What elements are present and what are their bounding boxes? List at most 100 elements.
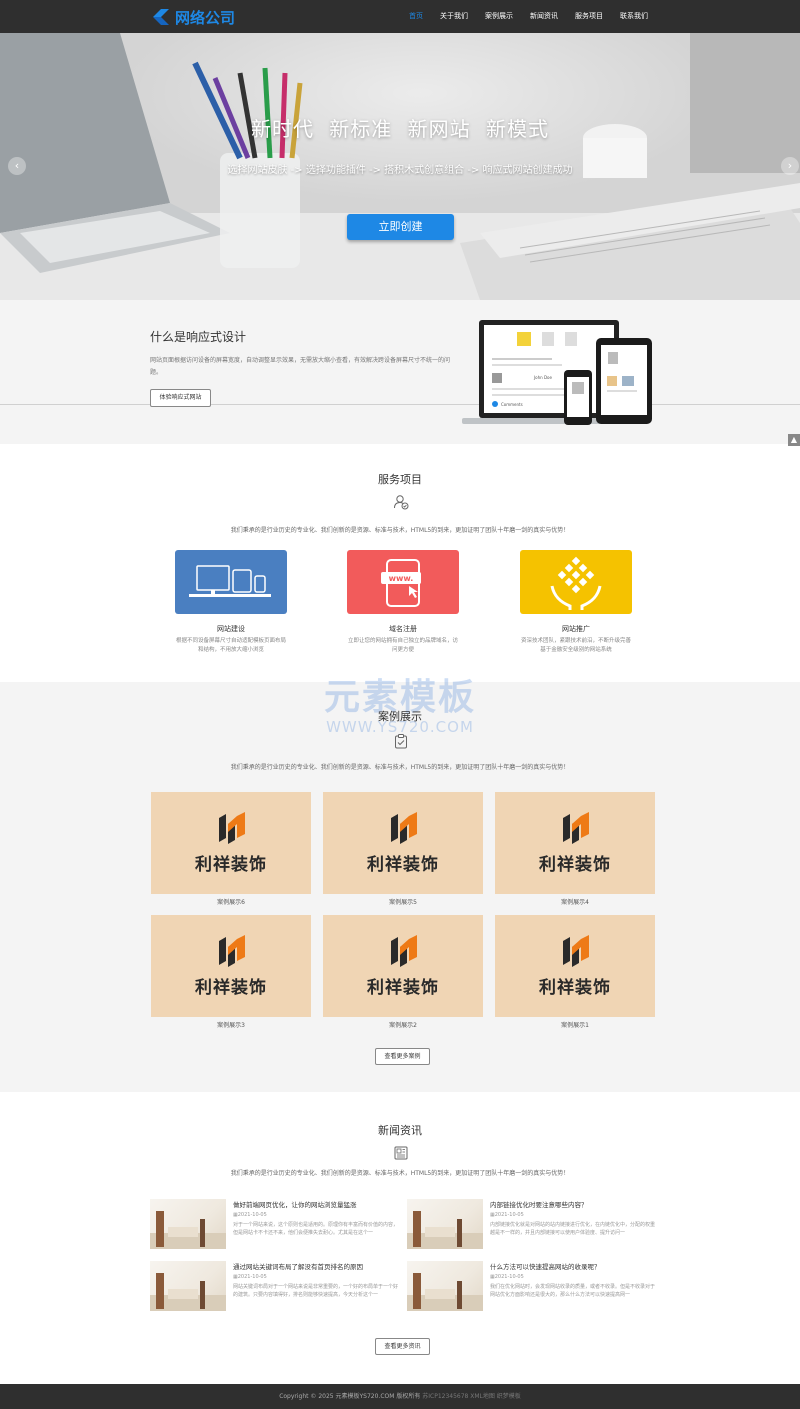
news-item[interactable]: 通过网站关键词布局了解没有首页排名的原因 ▦2021-10-05 网站关键词布局对于… [150,1261,400,1311]
slider-prev-button[interactable]: ‹ [8,157,26,175]
newspaper-icon [394,1146,408,1160]
user-check-icon [394,495,409,510]
news-item-date-text: 2021-10-05 [494,1212,524,1218]
case-logo-icon [563,935,589,967]
case-card[interactable]: 利祥装饰 [495,915,655,1017]
nav-services[interactable]: 服务项目 [575,0,603,33]
slider-next-button[interactable]: › [781,157,799,175]
news-item-date: ▦2021-10-05 [233,1274,267,1280]
case-logo-icon [219,812,245,844]
news-item-date: ▦2021-10-05 [490,1212,524,1218]
responsive-devices-image: John Doe Comments [462,320,652,425]
devices-icon [189,565,271,597]
news-thumbnail[interactable] [407,1261,483,1311]
news-thumbnail[interactable] [150,1199,226,1249]
service-name-website: 网站建设 [217,625,245,633]
case-card[interactable]: 利祥装饰 [495,792,655,894]
news-item-summary: 对于一个网站来说，这个原则也是适用的。原理你有丰富而有价值的内容，但是网站卡不卡… [233,1222,399,1236]
news-item-title[interactable]: 什么方法可以快速提高网站的收录呢？ [490,1261,601,1271]
case-label[interactable]: 案例展示6 [151,897,311,906]
news-item[interactable]: 做好前端网页优化，让你的网站浏览量猛涨 ▦2021-10-05 对于一个网站来说，这… [150,1199,400,1249]
service-card-promotion[interactable] [520,550,632,614]
hero-title: 新时代 新标准 新网站 新模式 [250,117,550,141]
service-desc-promotion: 资深技术团队，紧跟技术前沿，不断升级完善基于金融安全级别的网站系统 [520,638,631,653]
service-card-website[interactable] [175,550,287,614]
case-card[interactable]: 利祥装饰 [323,792,483,894]
case-card[interactable]: 利祥装饰 [323,915,483,1017]
service-card-domain[interactable]: www. [347,550,459,614]
hero-banner: 新时代 新标准 新网站 新模式 选择网站皮肤 -> 选择功能插件 -> 搭积木式… [0,33,800,300]
case-label[interactable]: 案例展示5 [323,897,483,906]
service-desc-domain: 立即让您的网站拥有自己独立的品牌域名，访问更方便 [347,638,458,653]
chevron-left-icon: ‹ [14,159,20,172]
create-now-button[interactable]: 立即创建 [347,214,454,240]
responsive-title: 什么是响应式设计 [150,330,247,344]
clipboard-check-icon [395,734,407,749]
nav-news[interactable]: 新闻资讯 [530,0,558,33]
case-logo-text: 利祥装饰 [539,978,611,998]
more-news-button[interactable]: 查看更多资讯 [375,1338,430,1355]
service-desc-website: 根据不同设备屏幕尺寸自动适配模板页面布局和结构，不用放大缩小浏览 [175,638,286,653]
case-logo-icon [391,935,417,967]
news-thumbnail-image [150,1211,226,1249]
news-thumbnail[interactable] [407,1199,483,1249]
logo[interactable]: 网络公司 [150,6,235,28]
footer-copyright: Copyright © 2025 元素模板YS720.COM 版权所有 [279,1393,421,1400]
footer: Copyright © 2025 元素模板YS720.COM 版权所有 苏ICP… [0,1384,800,1409]
service-name-promotion: 网站推广 [562,625,590,633]
news-item-date-text: 2021-10-05 [494,1274,524,1280]
arrow-up-icon: ▲ [790,435,798,444]
hands-diamond-icon [550,556,602,610]
case-logo-text: 利祥装饰 [539,855,611,875]
news-item[interactable]: 什么方法可以快速提高网站的收录呢？ ▦2021-10-05 我们在优化网站时，会发现… [407,1261,657,1311]
hero-subtitle: 选择网站皮肤 -> 选择功能插件 -> 搭积木式创意组合 -> 响应式网站创建成… [227,165,573,176]
news-item-title[interactable]: 做好前端网页优化，让你的网站浏览量猛涨 [233,1199,357,1209]
news-item-date-text: 2021-10-05 [237,1274,267,1280]
case-label[interactable]: 案例展示4 [495,897,655,906]
device-comments-text: Comments [501,402,523,407]
news-desc: 我们秉承的是行业历史的专业化、我们创新的是资源、标准与技术，HTML5的到来，更… [230,1170,570,1177]
case-logo-text: 利祥装饰 [195,855,267,875]
news-item-date: ▦2021-10-05 [490,1274,524,1280]
cases-desc: 我们秉承的是行业历史的专业化、我们创新的是资源、标准与技术，HTML5的到来，更… [230,764,570,771]
news-item-date-text: 2021-10-05 [237,1212,267,1218]
case-label[interactable]: 案例展示2 [323,1020,483,1029]
nav-about[interactable]: 关于我们 [440,0,468,33]
news-item-date: ▦2021-10-05 [233,1212,267,1218]
news-title: 新闻资讯 [378,1124,422,1137]
case-logo-text: 利祥装饰 [367,978,439,998]
case-logo-icon [391,812,417,844]
services-desc: 我们秉承的是行业历史的专业化、我们创新的是资源、标准与技术，HTML5的到来，更… [230,527,570,534]
news-item-summary: 内部链接优化就是对网站的站内链接进行优化，在内链优化中，分配的权重越是不一样的，… [490,1222,656,1236]
try-responsive-button[interactable]: 体验响应式网站 [150,389,211,407]
chevron-right-icon: › [787,159,793,172]
header: 网络公司 首页 关于我们 案例展示 新闻资讯 服务项目 联系我们 [0,0,800,33]
case-logo-text: 利祥装饰 [195,978,267,998]
logo-mark-icon [153,9,169,25]
footer-links[interactable]: 苏ICP12345678 XML地图 织梦模板 [420,1393,521,1400]
nav-cases[interactable]: 案例展示 [485,0,513,33]
news-thumbnail-image [150,1273,226,1311]
divider [0,404,800,405]
news-thumbnail-image [407,1211,483,1249]
case-card[interactable]: 利祥装饰 [151,915,311,1017]
responsive-section: 什么是响应式设计 网站页面根据访问设备的屏幕宽度，自动调整显示效果，无需放大缩小… [0,300,800,444]
more-cases-button[interactable]: 查看更多案例 [375,1048,430,1065]
device-author-text: John Doe [533,375,552,380]
case-card[interactable]: 利祥装饰 [151,792,311,894]
news-thumbnail[interactable] [150,1261,226,1311]
news-item-title[interactable]: 通过网站关键词布局了解没有首页排名的原因 [233,1261,363,1271]
main-nav: 首页 关于我们 案例展示 新闻资讯 服务项目 联系我们 [392,0,648,33]
news-thumbnail-image [407,1273,483,1311]
case-label[interactable]: 案例展示3 [151,1020,311,1029]
cases-title: 案例展示 [378,710,422,723]
services-title: 服务项目 [378,473,422,486]
case-label[interactable]: 案例展示1 [495,1020,655,1029]
news-item[interactable]: 内部链接优化时要注意哪些内容？ ▦2021-10-05 内部链接优化就是对网站的站内… [407,1199,657,1249]
nav-home[interactable]: 首页 [409,0,423,33]
www-badge-text: www. [389,574,414,583]
responsive-desc: 网站页面根据访问设备的屏幕宽度，自动调整显示效果，无需放大缩小查看，有效解决跨设… [150,357,451,376]
back-to-top-button[interactable]: ▲ [788,434,800,446]
nav-contact[interactable]: 联系我们 [620,0,648,33]
news-item-title[interactable]: 内部链接优化时要注意哪些内容？ [490,1199,588,1209]
